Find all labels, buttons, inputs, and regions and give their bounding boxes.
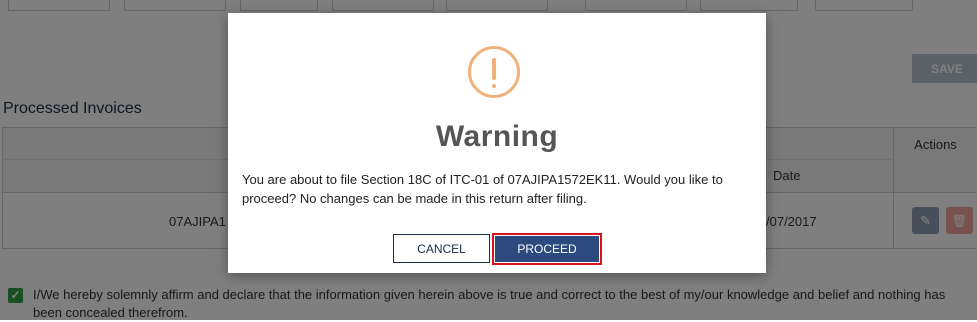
warning-dialog: Warning You are about to file Section 18… bbox=[228, 13, 766, 273]
dialog-title: Warning bbox=[435, 120, 559, 153]
proceed-button[interactable]: PROCEED bbox=[495, 236, 599, 262]
cancel-button[interactable]: CANCEL bbox=[393, 234, 490, 263]
proceed-button-highlight: PROCEED bbox=[492, 233, 602, 265]
dialog-message: You are about to file Section 18C of ITC… bbox=[242, 172, 723, 206]
exclamation-circle-icon bbox=[468, 46, 520, 98]
